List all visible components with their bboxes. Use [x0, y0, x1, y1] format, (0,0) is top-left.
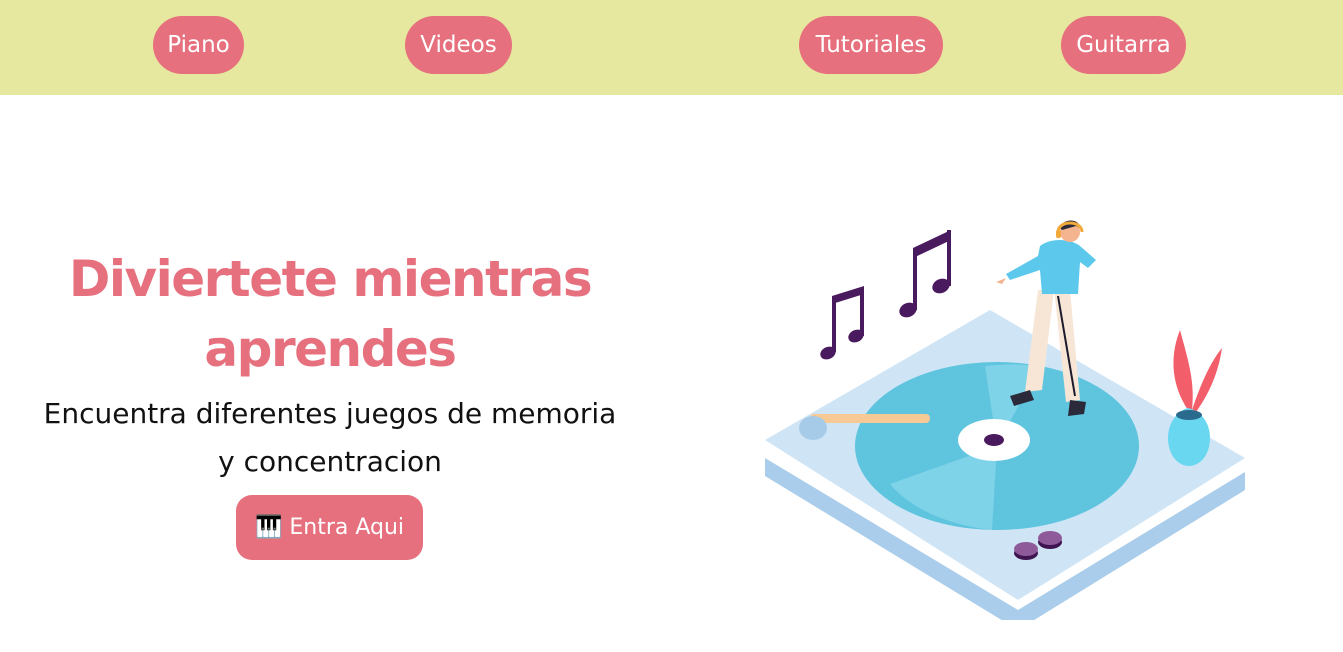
- piano-icon: 🎹: [254, 515, 283, 540]
- hero-title: Diviertete mientras aprendes: [68, 250, 593, 378]
- enter-here-label: Entra Aqui: [289, 515, 405, 540]
- nav-guitarra-button[interactable]: Guitarra: [1061, 16, 1186, 74]
- nav-piano-button[interactable]: Piano: [153, 16, 244, 74]
- hero-subtitle: Encuentra diferentes juegos de memoria y…: [43, 397, 617, 478]
- top-navigation-bar: Piano Videos Tutoriales Guitarra: [0, 0, 1343, 95]
- nav-tutoriales-button[interactable]: Tutoriales: [799, 16, 943, 74]
- nav-videos-button[interactable]: Videos: [405, 16, 512, 74]
- enter-here-button[interactable]: 🎹 Entra Aqui: [236, 495, 423, 560]
- turntable-dancer-illustration: [765, 220, 1245, 620]
